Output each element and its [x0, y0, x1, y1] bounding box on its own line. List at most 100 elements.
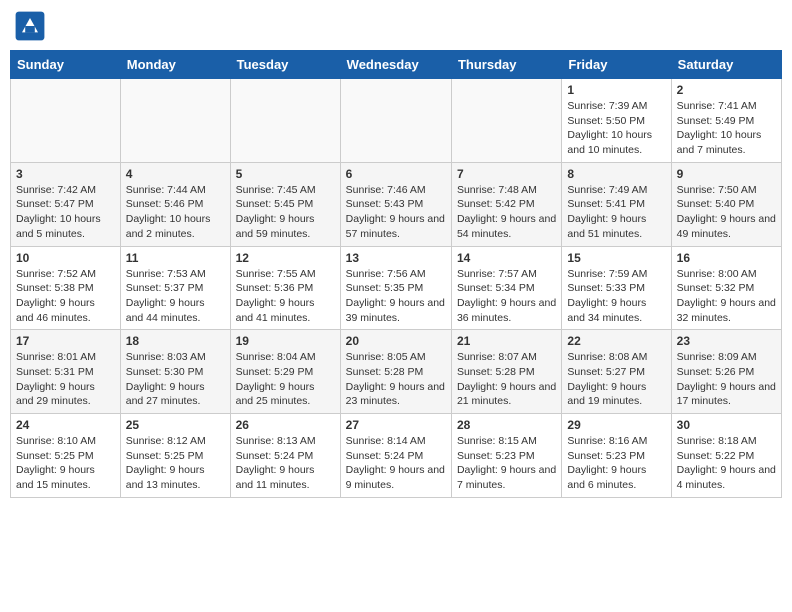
- calendar-cell: 4 Sunrise: 7:44 AM Sunset: 5:46 PM Daylig…: [120, 162, 230, 246]
- day-info: Sunrise: 8:13 AM Sunset: 5:24 PM Dayligh…: [236, 434, 335, 493]
- calendar-cell: [340, 79, 451, 163]
- day-number: 18: [126, 334, 225, 348]
- calendar-cell: 16Sunrise: 8:00 AM Sunset: 5:32 PM Dayli…: [671, 246, 781, 330]
- logo: [14, 10, 50, 42]
- day-number: 23: [677, 334, 776, 348]
- day-number: 11: [126, 251, 225, 265]
- calendar-cell: 29 Sunrise: 8:16 AM Sunset: 5:23 PM Dayli…: [562, 414, 671, 498]
- day-number: 27: [346, 418, 446, 432]
- day-info: Sunrise: 7:48 AM Sunset: 5:42 PM Dayligh…: [457, 183, 556, 242]
- day-info: Sunrise: 8:15 AM Sunset: 5:23 PM Dayligh…: [457, 434, 556, 493]
- logo-icon: [14, 10, 46, 42]
- day-number: 19: [236, 334, 335, 348]
- weekday-header-wednesday: Wednesday: [340, 51, 451, 79]
- calendar-cell: [11, 79, 121, 163]
- day-number: 16: [677, 251, 776, 265]
- calendar-cell: [120, 79, 230, 163]
- day-number: 28: [457, 418, 556, 432]
- day-number: 15: [567, 251, 665, 265]
- calendar-cell: 10 Sunrise: 7:52 AM Sunset: 5:38 PM Dayli…: [11, 246, 121, 330]
- day-info: Sunrise: 8:08 AM Sunset: 5:27 PM Dayligh…: [567, 350, 665, 409]
- day-number: 10: [16, 251, 115, 265]
- day-number: 4: [126, 167, 225, 181]
- calendar-cell: 21 Sunrise: 8:07 AM Sunset: 5:28 PM Dayli…: [451, 330, 561, 414]
- calendar-cell: 25 Sunrise: 8:12 AM Sunset: 5:25 PM Dayli…: [120, 414, 230, 498]
- weekday-header-tuesday: Tuesday: [230, 51, 340, 79]
- day-number: 17: [16, 334, 115, 348]
- calendar-cell: 14Sunrise: 7:57 AM Sunset: 5:34 PM Dayli…: [451, 246, 561, 330]
- day-number: 13: [346, 251, 446, 265]
- calendar-cell: 15 Sunrise: 7:59 AM Sunset: 5:33 PM Dayli…: [562, 246, 671, 330]
- day-info: Sunrise: 7:45 AM Sunset: 5:45 PM Dayligh…: [236, 183, 335, 242]
- weekday-header-sunday: Sunday: [11, 51, 121, 79]
- day-number: 6: [346, 167, 446, 181]
- calendar-cell: 6 Sunrise: 7:46 AM Sunset: 5:43 PM Daylig…: [340, 162, 451, 246]
- calendar-cell: 8 Sunrise: 7:49 AM Sunset: 5:41 PM Daylig…: [562, 162, 671, 246]
- calendar-cell: 24 Sunrise: 8:10 AM Sunset: 5:25 PM Dayli…: [11, 414, 121, 498]
- day-info: Sunrise: 7:57 AM Sunset: 5:34 PM Dayligh…: [457, 267, 556, 326]
- day-info: Sunrise: 7:46 AM Sunset: 5:43 PM Dayligh…: [346, 183, 446, 242]
- day-info: Sunrise: 7:44 AM Sunset: 5:46 PM Dayligh…: [126, 183, 225, 242]
- calendar-cell: 17 Sunrise: 8:01 AM Sunset: 5:31 PM Dayli…: [11, 330, 121, 414]
- day-number: 26: [236, 418, 335, 432]
- day-number: 3: [16, 167, 115, 181]
- day-info: Sunrise: 8:05 AM Sunset: 5:28 PM Dayligh…: [346, 350, 446, 409]
- day-info: Sunrise: 7:52 AM Sunset: 5:38 PM Dayligh…: [16, 267, 115, 326]
- day-number: 8: [567, 167, 665, 181]
- day-info: Sunrise: 8:01 AM Sunset: 5:31 PM Dayligh…: [16, 350, 115, 409]
- weekday-header-saturday: Saturday: [671, 51, 781, 79]
- weekday-header-thursday: Thursday: [451, 51, 561, 79]
- day-info: Sunrise: 8:04 AM Sunset: 5:29 PM Dayligh…: [236, 350, 335, 409]
- day-info: Sunrise: 8:16 AM Sunset: 5:23 PM Dayligh…: [567, 434, 665, 493]
- day-number: 9: [677, 167, 776, 181]
- day-info: Sunrise: 8:10 AM Sunset: 5:25 PM Dayligh…: [16, 434, 115, 493]
- calendar-cell: 9 Sunrise: 7:50 AM Sunset: 5:40 PM Daylig…: [671, 162, 781, 246]
- calendar-cell: 5 Sunrise: 7:45 AM Sunset: 5:45 PM Daylig…: [230, 162, 340, 246]
- day-info: Sunrise: 7:39 AM Sunset: 5:50 PM Dayligh…: [567, 99, 665, 158]
- calendar-cell: 13 Sunrise: 7:56 AM Sunset: 5:35 PM Dayli…: [340, 246, 451, 330]
- calendar-cell: 18 Sunrise: 8:03 AM Sunset: 5:30 PM Dayli…: [120, 330, 230, 414]
- calendar-cell: 1 Sunrise: 7:39 AM Sunset: 5:50 PM Daylig…: [562, 79, 671, 163]
- calendar-cell: 7 Sunrise: 7:48 AM Sunset: 5:42 PM Daylig…: [451, 162, 561, 246]
- day-number: 12: [236, 251, 335, 265]
- calendar-cell: 23 Sunrise: 8:09 AM Sunset: 5:26 PM Dayli…: [671, 330, 781, 414]
- day-info: Sunrise: 7:50 AM Sunset: 5:40 PM Dayligh…: [677, 183, 776, 242]
- page-header: [10, 10, 782, 42]
- calendar-cell: 30 Sunrise: 8:18 AM Sunset: 5:22 PM Dayli…: [671, 414, 781, 498]
- day-number: 24: [16, 418, 115, 432]
- day-number: 5: [236, 167, 335, 181]
- day-number: 21: [457, 334, 556, 348]
- day-number: 20: [346, 334, 446, 348]
- day-info: Sunrise: 7:49 AM Sunset: 5:41 PM Dayligh…: [567, 183, 665, 242]
- weekday-header-friday: Friday: [562, 51, 671, 79]
- day-number: 7: [457, 167, 556, 181]
- calendar-cell: 3 Sunrise: 7:42 AM Sunset: 5:47 PM Daylig…: [11, 162, 121, 246]
- day-info: Sunrise: 7:56 AM Sunset: 5:35 PM Dayligh…: [346, 267, 446, 326]
- day-info: Sunrise: 8:03 AM Sunset: 5:30 PM Dayligh…: [126, 350, 225, 409]
- calendar-cell: 28 Sunrise: 8:15 AM Sunset: 5:23 PM Dayli…: [451, 414, 561, 498]
- day-info: Sunrise: 8:18 AM Sunset: 5:22 PM Dayligh…: [677, 434, 776, 493]
- day-info: Sunrise: 8:07 AM Sunset: 5:28 PM Dayligh…: [457, 350, 556, 409]
- weekday-header-monday: Monday: [120, 51, 230, 79]
- calendar-cell: [451, 79, 561, 163]
- calendar-cell: 27 Sunrise: 8:14 AM Sunset: 5:24 PM Dayli…: [340, 414, 451, 498]
- day-info: Sunrise: 7:41 AM Sunset: 5:49 PM Dayligh…: [677, 99, 776, 158]
- calendar-cell: 2Sunrise: 7:41 AM Sunset: 5:49 PM Daylig…: [671, 79, 781, 163]
- day-info: Sunrise: 8:12 AM Sunset: 5:25 PM Dayligh…: [126, 434, 225, 493]
- day-info: Sunrise: 7:53 AM Sunset: 5:37 PM Dayligh…: [126, 267, 225, 326]
- day-number: 30: [677, 418, 776, 432]
- calendar-cell: 12 Sunrise: 7:55 AM Sunset: 5:36 PM Dayli…: [230, 246, 340, 330]
- calendar-cell: [230, 79, 340, 163]
- calendar-table: SundayMondayTuesdayWednesdayThursdayFrid…: [10, 50, 782, 498]
- calendar-cell: 11 Sunrise: 7:53 AM Sunset: 5:37 PM Dayli…: [120, 246, 230, 330]
- day-info: Sunrise: 7:42 AM Sunset: 5:47 PM Dayligh…: [16, 183, 115, 242]
- day-info: Sunrise: 7:55 AM Sunset: 5:36 PM Dayligh…: [236, 267, 335, 326]
- day-number: 25: [126, 418, 225, 432]
- day-info: Sunrise: 8:09 AM Sunset: 5:26 PM Dayligh…: [677, 350, 776, 409]
- day-info: Sunrise: 7:59 AM Sunset: 5:33 PM Dayligh…: [567, 267, 665, 326]
- calendar-cell: 26 Sunrise: 8:13 AM Sunset: 5:24 PM Dayli…: [230, 414, 340, 498]
- calendar-cell: 20 Sunrise: 8:05 AM Sunset: 5:28 PM Dayli…: [340, 330, 451, 414]
- day-number: 1: [567, 83, 665, 97]
- day-number: 29: [567, 418, 665, 432]
- day-info: Sunrise: 8:14 AM Sunset: 5:24 PM Dayligh…: [346, 434, 446, 493]
